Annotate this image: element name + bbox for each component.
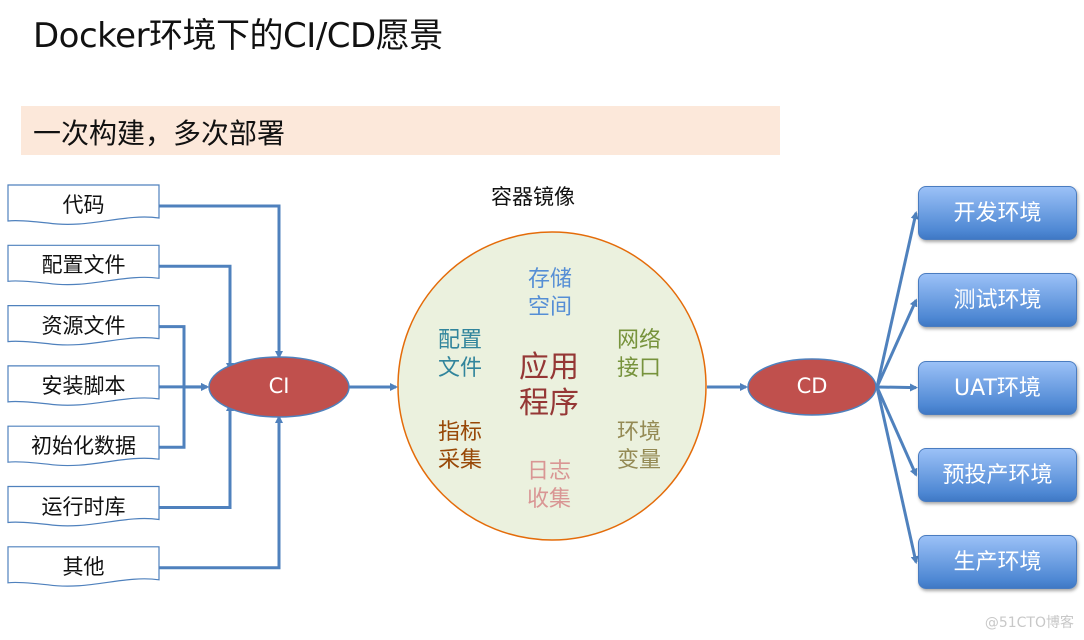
connector-arrow — [159, 325, 209, 391]
image-item-line: 配置 — [438, 328, 483, 353]
connector-arrow — [159, 204, 283, 359]
image-item-line: 收集 — [527, 487, 572, 512]
image-item-line: 变量 — [617, 448, 662, 473]
input-item-label: 运行时库 — [41, 494, 126, 519]
input-item-label: 其他 — [62, 554, 105, 579]
environment-box[interactable]: 测试环境 — [918, 273, 1077, 328]
input-item-label: 配置文件 — [41, 253, 126, 278]
image-item-line: 网络 — [617, 328, 662, 353]
image-item-network: 网络 接口 — [617, 327, 661, 383]
image-item-metrics: 指标 采集 — [438, 419, 482, 475]
image-item-logs: 日志 收集 — [527, 458, 571, 514]
image-item-line: 采集 — [438, 448, 483, 473]
image-item-line: 空间 — [528, 295, 573, 320]
image-item-line: 文件 — [438, 356, 483, 381]
image-item-storage: 存储 空间 — [528, 266, 572, 322]
connector-arrow — [159, 264, 234, 371]
environment-box[interactable]: 预投产环境 — [918, 447, 1077, 502]
arrow-cd-to-environment — [876, 383, 918, 392]
arrow-cd-to-environment — [875, 386, 918, 477]
image-item-application: 应用 程序 — [519, 350, 579, 422]
image-item-line: 指标 — [438, 420, 483, 445]
input-item-label: 资源文件 — [41, 313, 126, 338]
image-item-line: 环境 — [617, 420, 662, 445]
image-item-config: 配置 文件 — [438, 327, 482, 383]
input-item-label: 安装脚本 — [41, 373, 126, 398]
environment-box[interactable]: 开发环境 — [918, 186, 1077, 240]
image-item-line: 日志 — [527, 459, 572, 484]
input-item-label: 初始化数据 — [31, 434, 136, 459]
cd-label: CD — [796, 374, 828, 398]
arrow-cd-to-environment — [875, 211, 919, 388]
ci-label: CI — [268, 374, 290, 398]
image-item-line: 接口 — [617, 356, 662, 381]
connector-arrow — [159, 385, 207, 449]
arrow-cd-to-environment — [875, 386, 919, 565]
arrow-cd-to-environment — [875, 298, 918, 388]
image-item-line: 程序 — [519, 386, 579, 421]
image-item-line: 应用 — [519, 350, 579, 385]
image-item-env-vars: 环境 变量 — [617, 419, 661, 475]
input-item-label: 代码 — [62, 193, 105, 217]
connector-arrow — [159, 415, 283, 570]
environment-box[interactable]: UAT环境 — [918, 360, 1077, 415]
environment-box[interactable]: 生产环境 — [918, 535, 1077, 590]
image-item-line: 存储 — [528, 267, 573, 292]
watermark: @51CTO博客 — [984, 615, 1074, 631]
connector-arrow — [159, 403, 234, 509]
